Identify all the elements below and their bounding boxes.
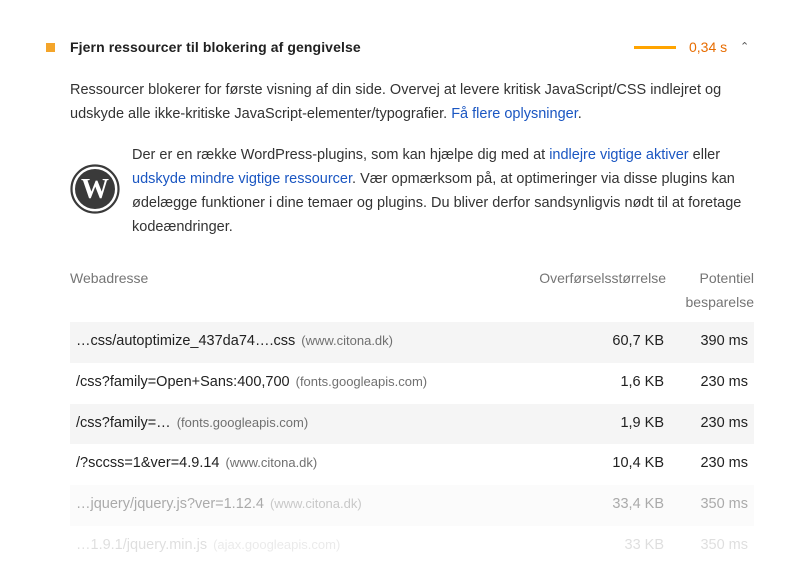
transfer-size: 60,7 KB — [612, 333, 664, 349]
table-row: /css?family=… (fonts.googleapis.com) 1,9 … — [70, 403, 754, 445]
resource-host: (ajax.googleapis.com) — [213, 536, 341, 552]
potential-savings: 350 ms — [700, 536, 748, 553]
chevron-up-icon[interactable]: ⌃ — [740, 40, 749, 53]
table-row: …css/autoptimize_437da74….css (www.citona… — [70, 322, 754, 363]
table-row: …jquery/jquery.js?ver=1.12.4 (www.citona.… — [70, 485, 754, 526]
resource-url[interactable]: …css/autoptimize_437da74….css — [76, 333, 295, 349]
table-row: /?sccss=1&ver=4.9.14 (www.citona.dk) 10,4… — [70, 444, 754, 485]
wp-text-2: eller — [688, 147, 721, 163]
description-text: Ressourcer blokerer for første visning a… — [70, 82, 722, 122]
column-header-url: Webadresse — [70, 270, 149, 286]
wordpress-icon: W — [70, 164, 120, 214]
resource-url[interactable]: …1.9.1/jquery.min.js — [76, 537, 207, 553]
transfer-size: 33 KB — [624, 536, 665, 553]
potential-savings: 230 ms — [700, 455, 748, 472]
transfer-size: 1,9 KB — [620, 414, 664, 431]
status-square-icon — [46, 43, 55, 52]
column-header-size: Overførselsstørrelse — [539, 270, 666, 286]
learn-more-link[interactable]: Få flere oplysninger — [451, 106, 578, 122]
resource-host: (www.citona.dk) — [269, 496, 362, 512]
savings-value: 0,34 s — [689, 39, 728, 55]
resource-url[interactable]: …jquery/jquery.js?ver=1.12.4 — [76, 496, 264, 512]
resource-table: …css/autoptimize_437da74….css (www.citona… — [70, 322, 754, 567]
audit-description: Ressourcer blokerer for første visning a… — [70, 78, 750, 126]
potential-savings: 390 ms — [700, 333, 748, 349]
savings-bar — [634, 46, 676, 49]
potential-savings: 230 ms — [700, 373, 748, 390]
table-row: /css?family=Open+Sans:400,700 (fonts.goog… — [70, 363, 754, 404]
audit-title: Fjern ressourcer til blokering af gengiv… — [70, 39, 361, 55]
inline-critical-assets-link[interactable]: indlejre vigtige aktiver — [549, 147, 688, 163]
description-trailing: . — [577, 106, 582, 122]
resource-url[interactable]: /css?family=Open+Sans:400,700 — [76, 374, 290, 390]
transfer-size: 10,4 KB — [612, 455, 664, 472]
resource-host: (fonts.googleapis.com) — [295, 373, 428, 389]
audit-header[interactable]: Fjern ressourcer til blokering af gengiv… — [46, 38, 758, 60]
potential-savings: 230 ms — [700, 414, 748, 431]
transfer-size: 1,6 KB — [620, 373, 664, 390]
resource-host: (fonts.googleapis.com) — [176, 414, 309, 430]
wordpress-note: Der er en række WordPress-plugins, som k… — [132, 143, 752, 239]
transfer-size: 33,4 KB — [612, 496, 664, 513]
defer-resources-link[interactable]: udskyde mindre vigtige ressourcer — [132, 171, 352, 187]
column-header-savings: Potentiel besparelse — [685, 270, 755, 310]
table-row: …1.9.1/jquery.min.js (ajax.googleapis.com… — [70, 526, 754, 567]
svg-text:W: W — [81, 174, 109, 205]
resource-url[interactable]: /css?family=… — [76, 415, 171, 431]
resource-host: (www.citona.dk) — [301, 333, 393, 348]
resource-host: (www.citona.dk) — [225, 455, 318, 471]
wp-text-1: Der er en række WordPress-plugins, som k… — [132, 147, 550, 163]
potential-savings: 350 ms — [700, 496, 748, 513]
resource-url[interactable]: /?sccss=1&ver=4.9.14 — [76, 455, 219, 471]
